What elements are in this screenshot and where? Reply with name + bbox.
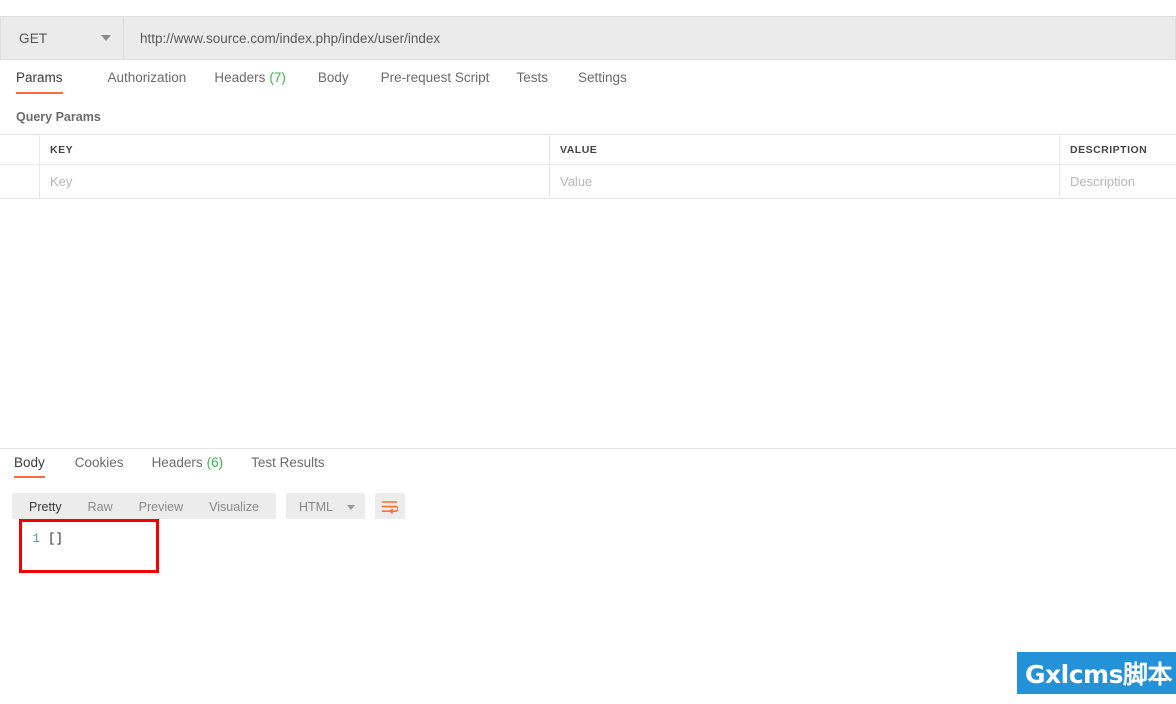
tab-params-label: Params — [16, 70, 63, 85]
tab-authorization[interactable]: Authorization — [108, 70, 187, 94]
response-body-viewer[interactable]: 1 [] — [0, 519, 1176, 579]
wrap-text-icon — [382, 501, 399, 514]
request-url-bar: GET — [0, 16, 1176, 60]
tab-params[interactable]: Params — [16, 70, 63, 94]
tab-body[interactable]: Body — [318, 70, 349, 94]
view-mode-visualize[interactable]: Visualize — [196, 493, 272, 521]
table-row[interactable]: Key Value Description — [0, 165, 1176, 198]
view-mode-raw[interactable]: Raw — [75, 493, 126, 521]
tab-body-label: Body — [317, 70, 349, 85]
http-method-label: GET — [19, 30, 48, 46]
tab-pre-request-script-label: Pre-request Script — [380, 70, 490, 85]
view-mode-pretty[interactable]: Pretty — [16, 493, 75, 521]
tab-headers-label: Headers — [214, 70, 266, 85]
response-tab-cookies[interactable]: Cookies — [75, 455, 124, 478]
response-tab-cookies-label: Cookies — [74, 455, 124, 470]
tab-authorization-label: Authorization — [107, 70, 187, 85]
request-url-input[interactable] — [124, 16, 1176, 60]
response-tab-test-results[interactable]: Test Results — [251, 455, 325, 478]
tab-headers-count: (7) — [269, 70, 286, 85]
row-checkbox[interactable] — [0, 165, 40, 198]
response-body-content: [] — [48, 532, 64, 546]
tab-headers[interactable]: Headers (7) — [214, 70, 286, 94]
tab-settings[interactable]: Settings — [578, 70, 627, 94]
response-format-select[interactable]: HTML — [285, 493, 365, 521]
http-method-select[interactable]: GET — [0, 16, 124, 60]
view-mode-preview[interactable]: Preview — [126, 493, 196, 521]
response-tab-headers-count: (6) — [206, 455, 224, 470]
response-tab-body[interactable]: Body — [14, 455, 45, 478]
pane-divider[interactable] — [0, 448, 1176, 449]
header-key: KEY — [40, 135, 550, 164]
row-value-input[interactable]: Value — [550, 165, 1060, 198]
request-tab-bar: Params Authorization Headers (7) Body Pre… — [0, 70, 1176, 100]
response-tab-headers[interactable]: Headers (6) — [152, 455, 224, 478]
wrap-lines-button[interactable] — [374, 493, 405, 521]
postman-window: GET Params Authorization Headers(7) Body… — [0, 0, 1176, 704]
response-format-label: HTML — [298, 500, 333, 514]
watermark-text: Gxlcms脚本 — [1025, 660, 1172, 689]
row-description-input[interactable]: Description — [1060, 165, 1176, 198]
header-description: DESCRIPTION — [1070, 143, 1148, 156]
table-header-row: KEY VALUE DESCRIPTION — [0, 135, 1176, 165]
response-tab-bar: Body Cookies Headers (6) Test Results — [8, 455, 325, 481]
chevron-down-icon — [346, 504, 355, 510]
chevron-down-icon — [101, 35, 111, 41]
query-params-table: KEY VALUE DESCRIPTION Key Value Descript… — [0, 134, 1176, 199]
tab-pre-request-script[interactable]: Pre-request Script — [381, 70, 490, 94]
line-number: 1 — [32, 532, 40, 546]
tab-settings-label: Settings — [577, 70, 627, 85]
tab-tests[interactable]: Tests — [516, 70, 548, 94]
response-toolbar: Pretty Raw Preview Visualize HTML — [12, 493, 405, 521]
header-checkbox-cell — [0, 135, 40, 164]
response-view-mode-group: Pretty Raw Preview Visualize — [12, 493, 276, 521]
query-params-heading: Query Params — [16, 110, 101, 124]
response-tab-test-results-label: Test Results — [251, 455, 325, 470]
tab-tests-label: Tests — [516, 70, 548, 85]
code-line: 1 [] — [0, 532, 63, 546]
watermark-badge: Gxlcms脚本 — [1017, 652, 1176, 694]
row-key-input[interactable]: Key — [40, 165, 550, 198]
response-tab-body-label: Body — [14, 455, 45, 470]
header-value: VALUE — [550, 135, 1060, 164]
response-tab-headers-label: Headers — [151, 455, 203, 470]
